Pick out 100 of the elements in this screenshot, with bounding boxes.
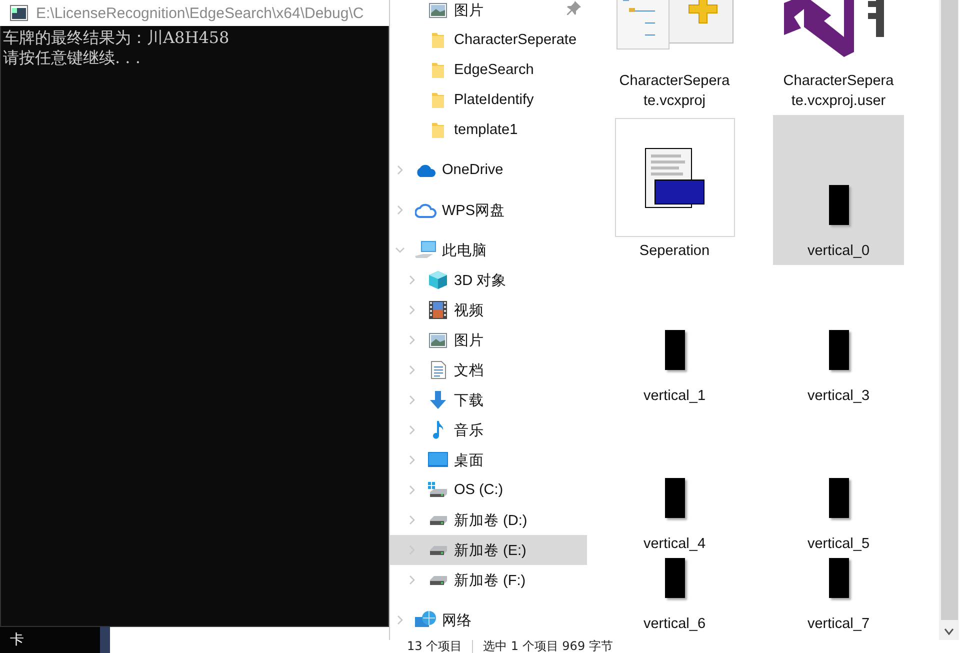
file-item[interactable]: vertical_7 — [773, 558, 904, 638]
navigation-item[interactable]: PlateIdentify — [390, 85, 587, 115]
navigation-item[interactable]: 新加卷 (F:) — [390, 565, 587, 595]
character-image-thumbnail — [828, 558, 848, 598]
navigation-item[interactable]: 图片 — [390, 0, 587, 25]
file-name: vertical_6 — [642, 615, 707, 634]
navigation-item[interactable]: 此电脑 — [390, 235, 587, 265]
character-image-thumbnail — [664, 330, 684, 370]
navigation-item[interactable]: 桌面 — [390, 445, 587, 475]
navigation-item[interactable]: 音乐 — [390, 415, 587, 445]
file-item[interactable]: vertical_1 — [609, 265, 740, 410]
music-note-icon — [432, 421, 444, 439]
document-icon — [430, 361, 446, 379]
navigation-item[interactable]: 下载 — [390, 385, 587, 415]
navigation-item[interactable]: CharacterSeperate — [390, 25, 587, 55]
navigation-label: 新加卷 (D:) — [454, 512, 528, 530]
character-image-thumbnail — [664, 558, 684, 598]
file-name: vertical_4 — [642, 535, 707, 554]
scrollbar[interactable] — [939, 0, 959, 640]
console-line: 请按任意键继续. . . — [3, 48, 142, 68]
navigation-item[interactable]: 视频 — [390, 295, 587, 325]
navigation-item[interactable]: OS (C:) — [390, 475, 587, 505]
character-image-thumbnail — [828, 330, 848, 370]
file-item[interactable]: vertical_6 — [609, 558, 740, 638]
drive-icon — [428, 482, 448, 498]
console-icon — [10, 5, 28, 21]
navigation-label: 桌面 — [454, 452, 484, 470]
character-image-thumbnail — [828, 478, 848, 518]
navigation-label: template1 — [454, 122, 518, 138]
navigation-label: 图片 — [454, 2, 484, 20]
network-icon — [415, 611, 437, 629]
navigation-item[interactable]: 新加卷 (E:) — [390, 535, 587, 565]
navigation-label: 3D 对象 — [454, 272, 507, 290]
navigation-item[interactable]: EdgeSearch — [390, 55, 587, 85]
navigation-label: 视频 — [454, 302, 484, 320]
desktop-icon-label[interactable]: 卡 — [0, 631, 24, 649]
character-image-thumbnail — [664, 478, 684, 518]
file-name: vertical_5 — [806, 535, 871, 554]
monitor-icon — [428, 452, 448, 468]
file-name: vertical_1 — [642, 387, 707, 406]
folder-icon — [431, 31, 445, 49]
file-name: CharacterSeperate.vcxproj.user — [782, 72, 895, 111]
window-title: E:\LicenseRecognition\EdgeSearch\x64\Debug\C — [36, 4, 364, 22]
pictures-icon — [429, 2, 447, 18]
navigation-label: OS (C:) — [454, 482, 504, 498]
navigation-label: 下载 — [454, 392, 484, 410]
navigation-item[interactable]: WPS网盘 — [390, 195, 587, 225]
file-item[interactable]: vertical_4 — [609, 410, 740, 558]
pictures-icon — [429, 332, 447, 348]
scrollbar-thumb[interactable] — [940, 0, 958, 620]
item-count: 13 个项目 — [407, 640, 462, 653]
drive-icon — [428, 544, 448, 556]
drive-icon — [428, 514, 448, 526]
drive-icon — [428, 574, 448, 586]
file-item[interactable]: CharacterSeperate.vcxproj — [609, 0, 740, 115]
navigation-label: 音乐 — [454, 422, 484, 440]
file-name: Seperation — [638, 242, 711, 261]
selection-info: 选中 1 个项目 969 字节 — [472, 640, 613, 653]
navigation-item[interactable]: 新加卷 (D:) — [390, 505, 587, 535]
cpp-file-icon — [644, 148, 704, 208]
navigation-label: PlateIdentify — [454, 92, 534, 108]
computer-icon — [415, 241, 437, 259]
navigation-label: 文档 — [454, 362, 484, 380]
cube-icon — [429, 271, 447, 289]
navigation-label: 新加卷 (E:) — [454, 542, 526, 560]
folder-icon — [431, 61, 445, 79]
navigation-item[interactable]: 网络 — [390, 605, 587, 635]
pin-icon[interactable] — [567, 1, 581, 15]
file-name: vertical_7 — [806, 615, 871, 634]
navigation-item[interactable]: 文档 — [390, 355, 587, 385]
navigation-label: OneDrive — [442, 162, 504, 178]
chevron-down-icon[interactable] — [944, 628, 954, 636]
navigation-label: 图片 — [454, 332, 484, 350]
navigation-label: WPS网盘 — [442, 202, 506, 220]
cloud-icon — [415, 163, 437, 177]
navigation-label: 网络 — [442, 612, 472, 630]
navigation-item[interactable]: 图片 — [390, 325, 587, 355]
file-name: CharacterSeperate.vcxproj — [618, 72, 731, 111]
console-line: 车牌的最终结果为：川A8H458 — [3, 28, 230, 48]
folder-icon — [431, 121, 445, 139]
navigation-label: CharacterSeperate — [454, 32, 577, 48]
file-item[interactable]: CharacterSeperate.vcxproj.user — [773, 0, 904, 115]
file-name: vertical_3 — [806, 387, 871, 406]
navigation-item[interactable]: 3D 对象 — [390, 265, 587, 295]
navigation-label: EdgeSearch — [454, 62, 534, 78]
film-icon — [429, 301, 447, 319]
cloud-icon — [415, 202, 437, 218]
character-image-thumbnail — [828, 185, 848, 225]
navigation-label: 新加卷 (F:) — [454, 572, 526, 590]
file-item[interactable]: vertical_5 — [773, 410, 904, 558]
file-name: vertical_0 — [806, 242, 871, 261]
window-edge — [100, 627, 110, 653]
down-arrow-icon — [429, 391, 447, 409]
navigation-item[interactable]: OneDrive — [390, 155, 587, 185]
file-item[interactable]: vertical_3 — [773, 265, 904, 410]
navigation-label: 此电脑 — [442, 242, 487, 260]
navigation-item[interactable]: template1 — [390, 115, 587, 145]
folder-icon — [431, 91, 445, 109]
file-item[interactable]: Seperation — [609, 115, 740, 265]
file-item[interactable]: vertical_0 — [773, 115, 904, 265]
